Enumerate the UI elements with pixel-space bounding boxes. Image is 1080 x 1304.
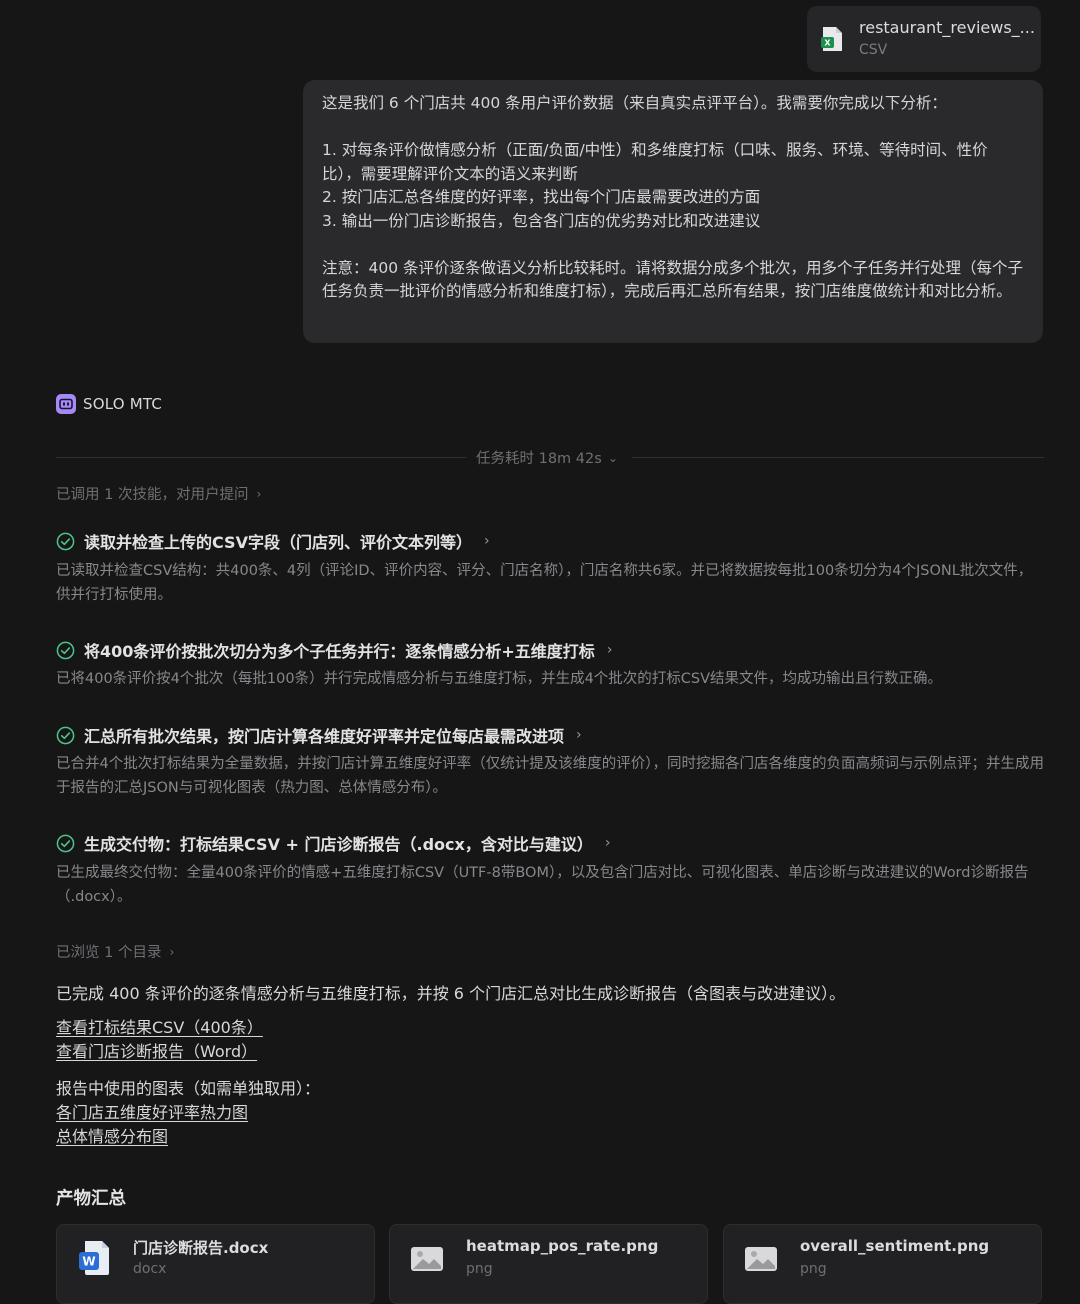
- csv-result-link[interactable]: 查看打标结果CSV（400条）: [56, 1016, 263, 1040]
- chevron-right-icon: ›: [483, 533, 490, 549]
- image-file-icon: [411, 1247, 443, 1271]
- attachment-file-type: CSV: [859, 42, 888, 58]
- chevron-down-icon: ⌄: [607, 450, 618, 465]
- browse-row-label: 已浏览 1 个目录: [56, 945, 162, 961]
- chart-links: 报告中使用的图表（如需单独取用）： 各门店五维度好评率热力图 总体情感分布图: [56, 1077, 320, 1149]
- check-circle-icon: [56, 834, 75, 852]
- chevron-right-icon: ›: [606, 642, 613, 658]
- artifact-name: 门店诊断报告.docx: [133, 1239, 269, 1257]
- step-4-desc: 已生成最终交付物：全量400条评价的情感+五维度打标CSV（UTF-8带BOM）…: [56, 865, 1029, 905]
- user-message-item: 3. 输出一份门店诊断报告，包含各门店的优劣势对比和改进建议: [322, 211, 761, 230]
- step-2-title[interactable]: 将400条评价按批次切分为多个子任务并行：逐条情感分析+五维度打标 ›: [56, 638, 612, 662]
- task-duration-divider: 任务耗时 18m 42s ⌄: [56, 445, 1044, 469]
- charts-intro: 报告中使用的图表（如需单独取用）：: [56, 1079, 321, 1098]
- task-duration-label: 任务耗时 18m 42s: [476, 451, 602, 467]
- step-title-text: 生成交付物：打标结果CSV + 门店诊断报告（.docx，含对比与建议）: [84, 835, 593, 854]
- chevron-right-icon: ›: [604, 835, 611, 851]
- user-message-intro: 这是我们 6 个门店共 400 条用户评价数据（来自真实点评平台）。我需要你完成…: [322, 94, 947, 112]
- check-circle-icon: [56, 726, 75, 744]
- step-4-title[interactable]: 生成交付物：打标结果CSV + 门店诊断报告（.docx，含对比与建议） ›: [56, 831, 610, 855]
- sentiment-link[interactable]: 总体情感分布图: [56, 1125, 320, 1149]
- step-title-text: 将400条评价按批次切分为多个子任务并行：逐条情感分析+五维度打标: [84, 642, 595, 661]
- report-link[interactable]: 查看门店诊断报告（Word）: [56, 1040, 263, 1064]
- artifact-type: docx: [133, 1261, 167, 1277]
- agent-logo-icon: [56, 394, 76, 414]
- word-doc-icon: W: [79, 1241, 109, 1275]
- agent-name: SOLO MTC: [83, 395, 163, 413]
- skills-row[interactable]: 已调用 1 次技能，对用户提问 ›: [56, 483, 261, 504]
- artifact-card-sentiment[interactable]: overall_sentiment.png png: [723, 1224, 1042, 1304]
- step-title-text: 读取并检查上传的CSV字段（门店列、评价文本列等）: [84, 533, 472, 552]
- browse-row[interactable]: 已浏览 1 个目录 ›: [56, 941, 174, 962]
- chevron-right-icon: ›: [169, 944, 175, 959]
- task-duration-toggle[interactable]: 任务耗时 18m 42s ⌄: [476, 447, 618, 468]
- user-message-item: 1. 对每条评价做情感分析（正面/负面/中性）和多维度打标（口味、服务、环境、等…: [322, 141, 988, 183]
- check-circle-icon: [56, 532, 75, 550]
- artifact-type: png: [800, 1261, 827, 1277]
- user-message-bubble: 这是我们 6 个门店共 400 条用户评价数据（来自真实点评平台）。我需要你完成…: [303, 80, 1043, 343]
- svg-text:X: X: [824, 39, 831, 48]
- step-3-title[interactable]: 汇总所有批次结果，按门店计算各维度好评率并定位每店最需改进项 ›: [56, 723, 582, 747]
- chevron-right-icon: ›: [576, 727, 582, 743]
- attachment-card[interactable]: X restaurant_reviews_... CSV: [807, 6, 1041, 72]
- artifact-name: overall_sentiment.png: [800, 1237, 990, 1255]
- heatmap-link[interactable]: 各门店五维度好评率热力图: [56, 1101, 320, 1125]
- step-3-desc: 已合并4个批次打标结果为全量数据，并按门店计算五维度好评率（仅统计提及该维度的评…: [56, 756, 1044, 796]
- user-message-item: 2. 按门店汇总各维度的好评率，找出每个门店最需要改进的方面: [322, 188, 761, 206]
- check-circle-icon: [56, 641, 75, 659]
- artifact-type: png: [466, 1261, 493, 1277]
- excel-file-icon: X: [821, 27, 842, 51]
- step-1-title[interactable]: 读取并检查上传的CSV字段（门店列、评价文本列等） ›: [56, 529, 490, 553]
- artifact-card-heatmap[interactable]: heatmap_pos_rate.png png: [389, 1224, 708, 1304]
- artifact-card-docx[interactable]: W 门店诊断报告.docx docx: [56, 1224, 375, 1304]
- completion-summary: 已完成 400 条评价的逐条情感分析与五维度打标，并按 6 个门店汇总对比生成诊…: [56, 984, 846, 1003]
- user-message-note: 注意：400 条评价逐条做语义分析比较耗时。请将数据分成多个批次，用多个子任务并…: [322, 258, 1024, 301]
- agent-header: SOLO MTC: [56, 394, 162, 414]
- svg-text:W: W: [82, 1255, 95, 1269]
- skills-row-label: 已调用 1 次技能，对用户提问: [56, 487, 249, 503]
- result-links: 查看打标结果CSV（400条） 查看门店诊断报告（Word）: [56, 1016, 263, 1064]
- step-1-desc: 已读取并检查CSV结构：共400条、4列（评论ID、评价内容、评分、门店名称），…: [56, 563, 1033, 603]
- image-file-icon: [745, 1247, 777, 1271]
- artifacts-title: 产物汇总: [56, 1189, 126, 1209]
- step-title-text: 汇总所有批次结果，按门店计算各维度好评率并定位每店最需改进项: [84, 727, 565, 746]
- attachment-file-name: restaurant_reviews_...: [859, 18, 1035, 37]
- chevron-right-icon: ›: [256, 486, 262, 501]
- artifact-name: heatmap_pos_rate.png: [466, 1237, 659, 1255]
- step-2-desc: 已将400条评价按4个批次（每批100条）并行完成情感分析与五维度打标，并生成4…: [56, 671, 943, 687]
